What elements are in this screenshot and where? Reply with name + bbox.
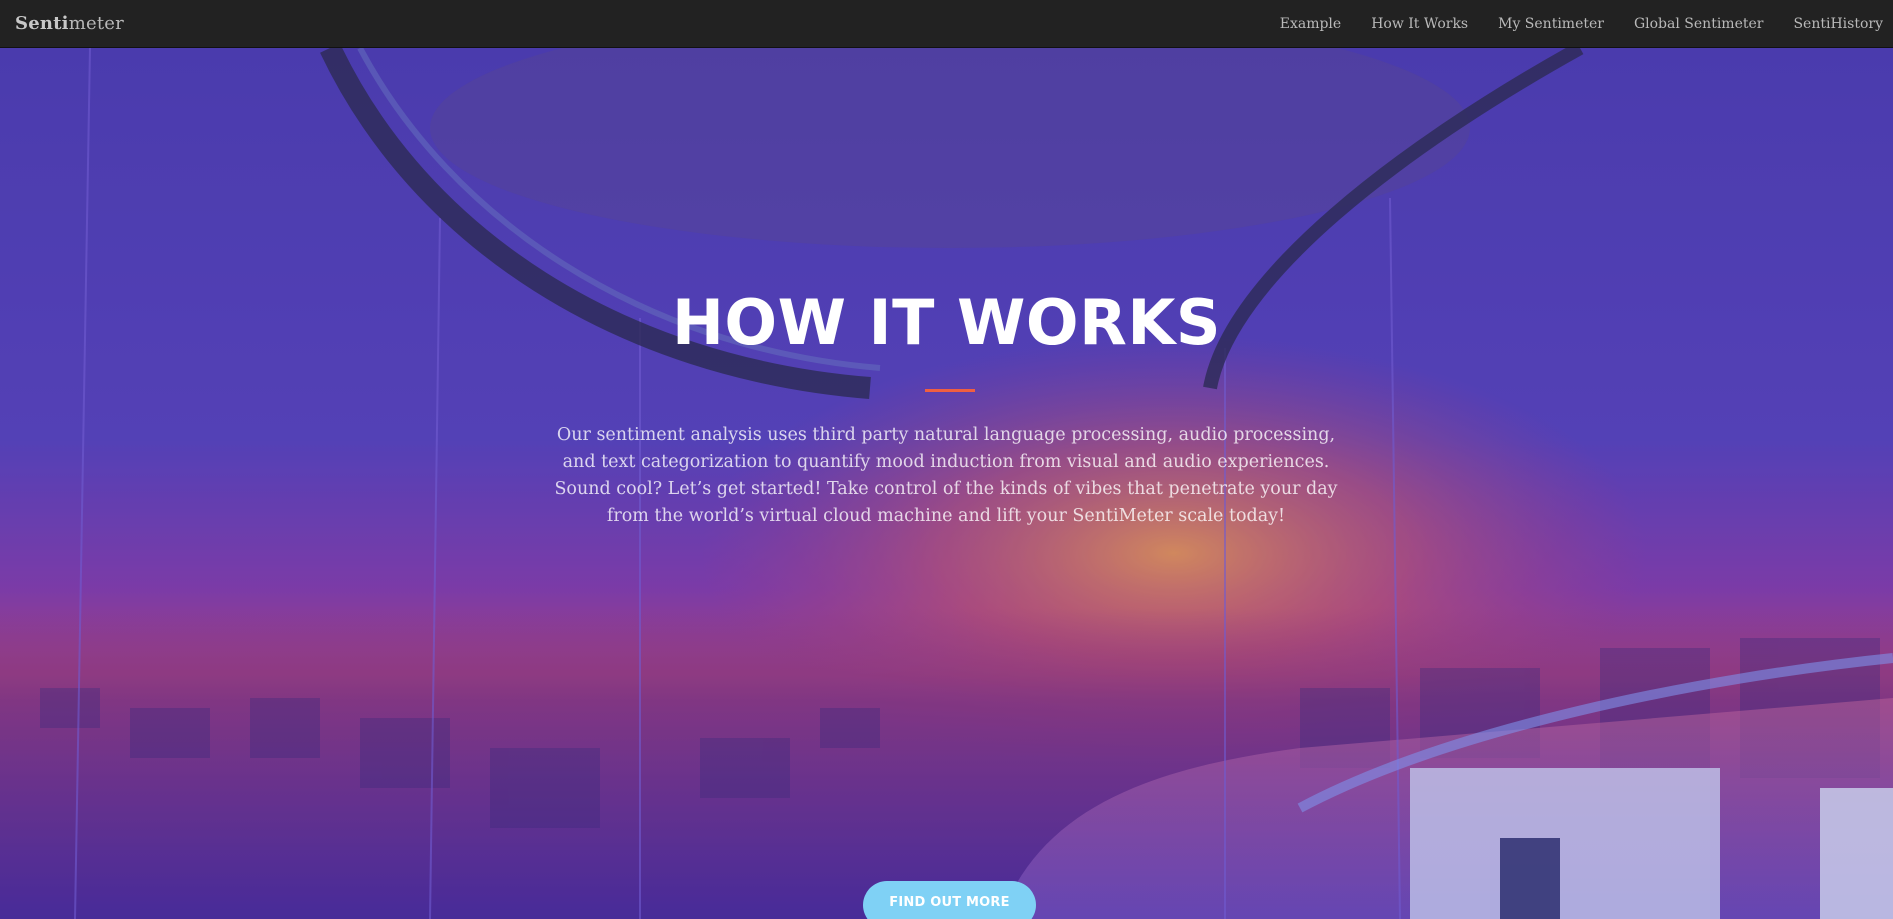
nav-link-example[interactable]: Example [1265,16,1356,32]
hero-content: HOW IT WORKS Our sentiment analysis uses… [0,48,1893,919]
nav-link-my-sentimeter[interactable]: My Sentimeter [1483,16,1619,32]
hero-title: HOW IT WORKS [671,286,1222,359]
title-divider [925,389,975,392]
brand-logo[interactable]: Sentimeter [15,13,124,34]
find-out-more-button[interactable]: FIND OUT MORE [863,881,1036,919]
hero-description: Our sentiment analysis uses third party … [554,425,1338,526]
nav-link-global-sentimeter[interactable]: Global Sentimeter [1619,16,1779,32]
hero-section: HOW IT WORKS Our sentiment analysis uses… [0,48,1893,919]
nav-link-how-it-works[interactable]: How It Works [1356,16,1483,32]
top-navbar: Sentimeter Example How It Works My Senti… [0,0,1893,48]
nav-links: Example How It Works My Sentimeter Globa… [1265,0,1893,47]
nav-link-sentihistory[interactable]: SentiHistory [1778,16,1893,32]
brand-rest-text: meter [68,13,124,34]
brand-bold-text: Senti [15,13,69,34]
